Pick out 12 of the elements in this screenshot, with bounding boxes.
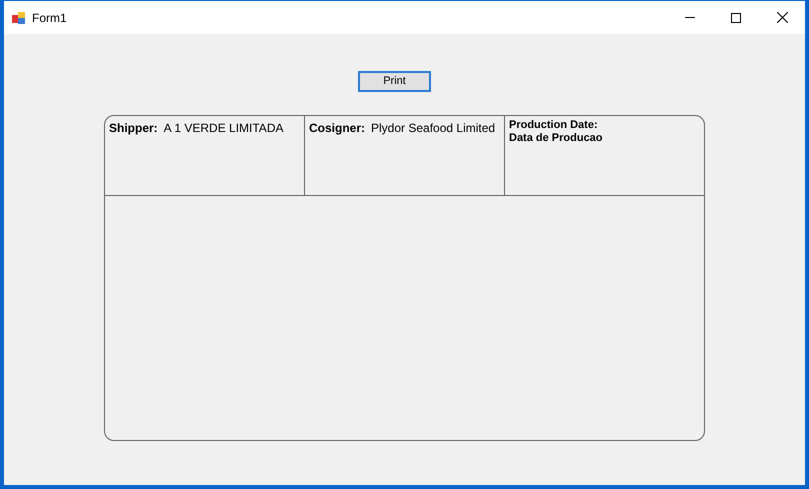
- close-icon: [776, 12, 788, 23]
- app-icon: [12, 10, 26, 24]
- minimize-icon: [685, 17, 695, 18]
- field-label: Production Date:: [509, 119, 599, 132]
- field-value: Plydor Seafood Limited: [371, 121, 496, 135]
- field-value: Data de Producao: [509, 132, 604, 144]
- print-button[interactable]: Print: [358, 71, 431, 92]
- field-label: Cosigner:: [309, 121, 366, 135]
- window-title: Form1: [32, 10, 67, 26]
- field-value: A 1 VERDE LIMITADA: [164, 121, 284, 135]
- maximize-icon: [731, 12, 741, 22]
- field-label: Shipper:: [109, 121, 158, 135]
